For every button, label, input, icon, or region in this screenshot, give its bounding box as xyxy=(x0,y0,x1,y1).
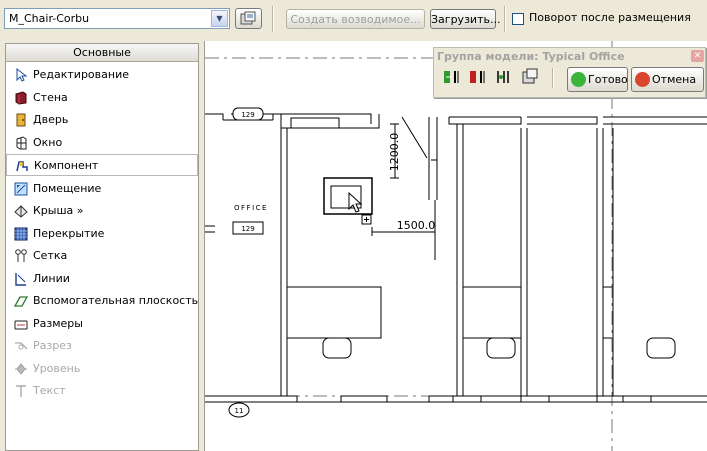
tool-grid[interactable]: Сетка xyxy=(6,245,198,267)
tool-label: Разрез xyxy=(33,339,72,352)
close-icon[interactable]: ✕ xyxy=(691,50,704,62)
room-name-text: OFFICE xyxy=(234,204,268,212)
floor-plan[interactable]: 129 OFFICE 129 11 1200.0 1500.0 xyxy=(205,41,707,451)
desk xyxy=(287,286,382,339)
panel-separator xyxy=(552,68,554,88)
chevron-down-icon[interactable]: ▼ xyxy=(211,10,228,27)
remove-from-group-icon[interactable] xyxy=(468,67,488,87)
wall-window xyxy=(290,117,340,129)
wall xyxy=(205,113,224,120)
room-number-text: 129 xyxy=(241,225,254,233)
text-icon xyxy=(16,385,26,397)
tool-text: Текст xyxy=(6,380,198,402)
chair xyxy=(322,337,352,359)
group-properties-icon[interactable] xyxy=(520,67,540,87)
tool-label: Уровень xyxy=(33,362,81,375)
chair xyxy=(646,337,676,359)
desk xyxy=(463,286,521,339)
tool-dimension[interactable]: Размеры xyxy=(6,313,198,335)
window-icon xyxy=(16,136,27,150)
section-icon xyxy=(15,342,28,350)
tool-label: Редактирование xyxy=(33,68,129,81)
cancel-label: Отмена xyxy=(652,73,697,86)
dimension-icon xyxy=(14,320,28,330)
door-swing xyxy=(401,116,428,159)
group-panel-title: Группа модели: Typical Office xyxy=(437,50,625,63)
tool-room[interactable]: Помещение xyxy=(6,178,198,200)
tool-label: Крыша » xyxy=(33,204,84,217)
drawing-area[interactable]: 129 OFFICE 129 11 1200.0 1500.0 xyxy=(204,41,707,451)
wall-icon xyxy=(15,91,27,105)
tool-door[interactable]: Дверь xyxy=(6,109,198,131)
attach-detail-icon[interactable] xyxy=(494,67,514,87)
tool-label: Окно xyxy=(33,136,63,149)
toolbar-separator xyxy=(272,6,274,32)
toolbar-separator xyxy=(504,6,506,32)
tool-section: Разрез xyxy=(6,335,198,357)
tool-label: Помещение xyxy=(33,182,102,195)
desk xyxy=(603,286,612,339)
door-icon xyxy=(16,113,26,127)
grid-icon xyxy=(15,249,27,262)
rotate-after-placement-checkbox[interactable] xyxy=(512,13,524,25)
tool-label: Дверь xyxy=(33,113,69,126)
tool-label: Стена xyxy=(33,91,68,104)
options-toolbar: M_Chair-Corbu ▼ Создать возводимое... За… xyxy=(0,0,707,38)
tool-modify[interactable]: Редактирование xyxy=(6,64,198,86)
tool-label: Перекрытие xyxy=(33,227,105,240)
tool-level: Уровень xyxy=(6,358,198,380)
tool-floor[interactable]: Перекрытие xyxy=(6,223,198,245)
grid-bubble-text: 11 xyxy=(235,407,244,415)
tool-lines[interactable]: Линии xyxy=(6,268,198,290)
floor-icon xyxy=(14,227,28,241)
dimension-horizontal-text: 1500.0 xyxy=(397,219,436,232)
load-family-button[interactable]: Загрузить... xyxy=(430,9,500,29)
design-bar: Основные Редактирование Стена Дверь Окно… xyxy=(5,43,199,451)
wall xyxy=(428,117,438,200)
tool-window[interactable]: Окно xyxy=(6,132,198,154)
tool-label: Текст xyxy=(33,384,66,397)
tool-wall[interactable]: Стена xyxy=(6,87,198,109)
edit-group-panel: Группа модели: Typical Office ✕ Готово О… xyxy=(433,47,706,98)
add-to-group-icon[interactable] xyxy=(442,67,462,87)
create-similar-button[interactable]: Создать возводимое... xyxy=(286,9,425,29)
family-type-select[interactable]: M_Chair-Corbu ▼ xyxy=(4,8,230,29)
lines-icon xyxy=(15,273,26,286)
roof-icon xyxy=(14,205,28,218)
rotate-after-placement-label: Поворот после размещения xyxy=(529,11,691,24)
tool-label: Размеры xyxy=(33,317,83,330)
tool-label: Линии xyxy=(33,272,70,285)
component-icon xyxy=(16,161,28,172)
tool-label: Вспомогательная плоскость xyxy=(33,294,199,307)
dimension-vertical-text: 1200.0 xyxy=(388,133,401,172)
tool-roof[interactable]: Крыша » xyxy=(6,200,198,222)
finish-label: Готово xyxy=(588,73,628,86)
cancel-icon xyxy=(635,72,650,87)
tool-reference-plane[interactable]: Вспомогательная плоскость xyxy=(6,290,198,312)
finish-group-button[interactable]: Готово xyxy=(567,67,628,92)
tool-label: Компонент xyxy=(34,159,99,172)
cancel-group-button[interactable]: Отмена xyxy=(631,67,704,92)
tool-component[interactable]: Компонент xyxy=(6,154,198,176)
chair xyxy=(486,337,516,359)
checkmark-icon xyxy=(571,72,586,87)
tool-label: Сетка xyxy=(33,249,68,262)
ref-plane-icon xyxy=(14,296,28,307)
room-icon xyxy=(14,182,28,196)
cursor-arrow-icon xyxy=(16,68,28,82)
properties-button[interactable] xyxy=(235,8,262,29)
room-tag-text: 129 xyxy=(241,111,254,119)
level-icon xyxy=(15,363,27,375)
properties-icon xyxy=(240,11,256,25)
family-type-value: M_Chair-Corbu xyxy=(9,12,90,25)
design-bar-tab-basics[interactable]: Основные xyxy=(6,44,198,62)
